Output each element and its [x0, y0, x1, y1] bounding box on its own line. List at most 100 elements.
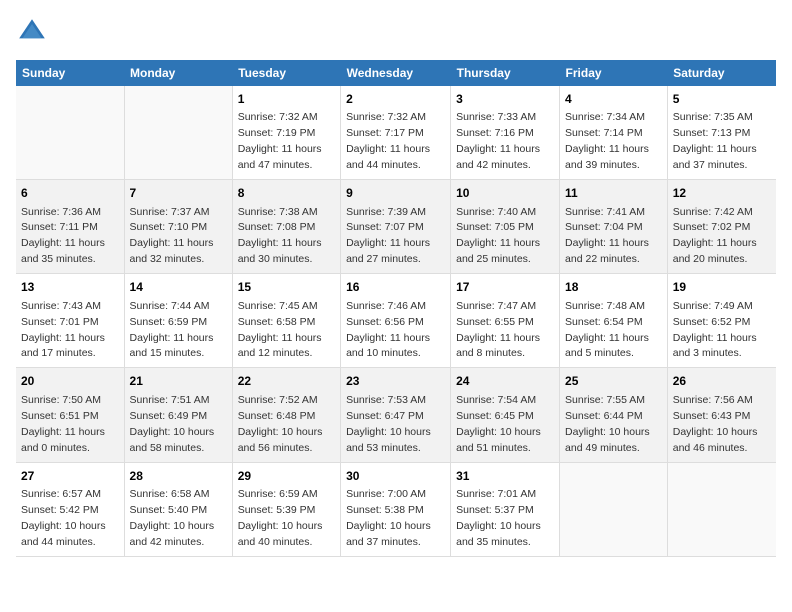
- calendar-cell: 5Sunrise: 7:35 AMSunset: 7:13 PMDaylight…: [667, 86, 776, 180]
- page-header: [16, 16, 776, 48]
- sunset-info: Sunset: 6:43 PM: [673, 410, 751, 422]
- daylight-info: Daylight: 11 hours and 22 minutes.: [565, 237, 649, 265]
- daylight-info: Daylight: 11 hours and 44 minutes.: [346, 143, 430, 171]
- sunrise-info: Sunrise: 7:36 AM: [21, 206, 101, 218]
- daylight-info: Daylight: 11 hours and 42 minutes.: [456, 143, 540, 171]
- daylight-info: Daylight: 10 hours and 53 minutes.: [346, 426, 431, 454]
- header-saturday: Saturday: [667, 60, 776, 86]
- day-number: 3: [456, 91, 554, 108]
- sunrise-info: Sunrise: 7:35 AM: [673, 111, 753, 123]
- sunrise-info: Sunrise: 7:37 AM: [130, 206, 210, 218]
- calendar-week-row: 20 Sunrise: 7:50 AM Sunset: 6:51 PM Dayligh…: [16, 368, 776, 462]
- sunset-info: Sunset: 7:02 PM: [673, 221, 751, 233]
- day-number: 23: [346, 373, 445, 390]
- sunrise-info: Sunrise: 6:59 AM: [238, 488, 318, 500]
- calendar-cell: 30Sunrise: 7:00 AMSunset: 5:38 PMDayligh…: [341, 462, 451, 556]
- calendar-cell: 26 Sunrise: 7:56 AM Sunset: 6:43 PM Dayligh…: [667, 368, 776, 462]
- calendar-cell: 9Sunrise: 7:39 AMSunset: 7:07 PMDaylight…: [341, 180, 451, 274]
- daylight-info: Daylight: 11 hours and 0 minutes.: [21, 426, 105, 454]
- daylight-info: Daylight: 11 hours and 37 minutes.: [673, 143, 757, 171]
- sunrise-info: Sunrise: 7:56 AM: [673, 394, 753, 406]
- daylight-info: Daylight: 11 hours and 32 minutes.: [130, 237, 214, 265]
- daylight-info: Daylight: 11 hours and 12 minutes.: [238, 332, 322, 360]
- day-number: 25: [565, 373, 662, 390]
- day-number: 6: [21, 185, 119, 202]
- day-number: 22: [238, 373, 335, 390]
- sunset-info: Sunset: 6:51 PM: [21, 410, 99, 422]
- sunrise-info: Sunrise: 7:43 AM: [21, 300, 101, 312]
- day-number: 1: [238, 91, 335, 108]
- sunrise-info: Sunrise: 7:47 AM: [456, 300, 536, 312]
- daylight-info: Daylight: 10 hours and 35 minutes.: [456, 520, 541, 548]
- day-number: 29: [238, 468, 335, 485]
- day-number: 14: [130, 279, 227, 296]
- sunset-info: Sunset: 6:52 PM: [673, 316, 751, 328]
- sunrise-info: Sunrise: 7:51 AM: [130, 394, 210, 406]
- calendar-cell: 13Sunrise: 7:43 AMSunset: 7:01 PMDayligh…: [16, 274, 124, 368]
- daylight-info: Daylight: 11 hours and 39 minutes.: [565, 143, 649, 171]
- calendar-cell: 2Sunrise: 7:32 AMSunset: 7:17 PMDaylight…: [341, 86, 451, 180]
- calendar-cell: 10Sunrise: 7:40 AMSunset: 7:05 PMDayligh…: [451, 180, 560, 274]
- calendar-cell: [560, 462, 668, 556]
- daylight-info: Daylight: 11 hours and 35 minutes.: [21, 237, 105, 265]
- daylight-info: Daylight: 10 hours and 44 minutes.: [21, 520, 106, 548]
- header-monday: Monday: [124, 60, 232, 86]
- day-number: 9: [346, 185, 445, 202]
- calendar-cell: 3Sunrise: 7:33 AMSunset: 7:16 PMDaylight…: [451, 86, 560, 180]
- sunset-info: Sunset: 7:10 PM: [130, 221, 208, 233]
- sunset-info: Sunset: 5:40 PM: [130, 504, 208, 516]
- day-number: 24: [456, 373, 554, 390]
- sunset-info: Sunset: 6:59 PM: [130, 316, 208, 328]
- header-thursday: Thursday: [451, 60, 560, 86]
- calendar-cell: 17Sunrise: 7:47 AMSunset: 6:55 PMDayligh…: [451, 274, 560, 368]
- sunrise-info: Sunrise: 7:38 AM: [238, 206, 318, 218]
- day-number: 8: [238, 185, 335, 202]
- sunrise-info: Sunrise: 7:50 AM: [21, 394, 101, 406]
- daylight-info: Daylight: 11 hours and 15 minutes.: [130, 332, 214, 360]
- calendar-week-row: 6 Sunrise: 7:36 AM Sunset: 7:11 PM Daylight…: [16, 180, 776, 274]
- day-number: 20: [21, 373, 119, 390]
- calendar-cell: 28Sunrise: 6:58 AMSunset: 5:40 PMDayligh…: [124, 462, 232, 556]
- header-sunday: Sunday: [16, 60, 124, 86]
- daylight-info: Daylight: 10 hours and 58 minutes.: [130, 426, 215, 454]
- day-number: 15: [238, 279, 335, 296]
- sunset-info: Sunset: 7:04 PM: [565, 221, 643, 233]
- calendar-cell: 7 Sunrise: 7:37 AM Sunset: 7:10 PM Daylight…: [124, 180, 232, 274]
- sunrise-info: Sunrise: 7:34 AM: [565, 111, 645, 123]
- daylight-info: Daylight: 11 hours and 27 minutes.: [346, 237, 430, 265]
- day-number: 5: [673, 91, 771, 108]
- day-number: 30: [346, 468, 445, 485]
- day-number: 26: [673, 373, 771, 390]
- day-number: 21: [130, 373, 227, 390]
- daylight-info: Daylight: 10 hours and 42 minutes.: [130, 520, 215, 548]
- calendar-header-row: SundayMondayTuesdayWednesdayThursdayFrid…: [16, 60, 776, 86]
- day-number: 27: [21, 468, 119, 485]
- calendar-cell: 18Sunrise: 7:48 AMSunset: 6:54 PMDayligh…: [560, 274, 668, 368]
- sunset-info: Sunset: 7:11 PM: [21, 221, 98, 233]
- daylight-info: Daylight: 10 hours and 40 minutes.: [238, 520, 323, 548]
- sunset-info: Sunset: 6:54 PM: [565, 316, 643, 328]
- sunset-info: Sunset: 7:17 PM: [346, 127, 424, 139]
- sunrise-info: Sunrise: 7:32 AM: [238, 111, 318, 123]
- day-number: 31: [456, 468, 554, 485]
- daylight-info: Daylight: 11 hours and 20 minutes.: [673, 237, 757, 265]
- daylight-info: Daylight: 11 hours and 25 minutes.: [456, 237, 540, 265]
- sunset-info: Sunset: 6:48 PM: [238, 410, 316, 422]
- sunrise-info: Sunrise: 7:54 AM: [456, 394, 536, 406]
- day-number: 10: [456, 185, 554, 202]
- calendar-cell: [124, 86, 232, 180]
- sunrise-info: Sunrise: 7:49 AM: [673, 300, 753, 312]
- day-number: 13: [21, 279, 119, 296]
- sunrise-info: Sunrise: 7:52 AM: [238, 394, 318, 406]
- daylight-info: Daylight: 10 hours and 46 minutes.: [673, 426, 758, 454]
- calendar-cell: 12Sunrise: 7:42 AMSunset: 7:02 PMDayligh…: [667, 180, 776, 274]
- sunrise-info: Sunrise: 6:57 AM: [21, 488, 101, 500]
- day-number: 28: [130, 468, 227, 485]
- logo: [16, 16, 52, 48]
- calendar-cell: [667, 462, 776, 556]
- day-number: 11: [565, 185, 662, 202]
- day-number: 7: [130, 185, 227, 202]
- sunset-info: Sunset: 5:37 PM: [456, 504, 534, 516]
- daylight-info: Daylight: 10 hours and 51 minutes.: [456, 426, 541, 454]
- calendar-week-row: 1Sunrise: 7:32 AMSunset: 7:19 PMDaylight…: [16, 86, 776, 180]
